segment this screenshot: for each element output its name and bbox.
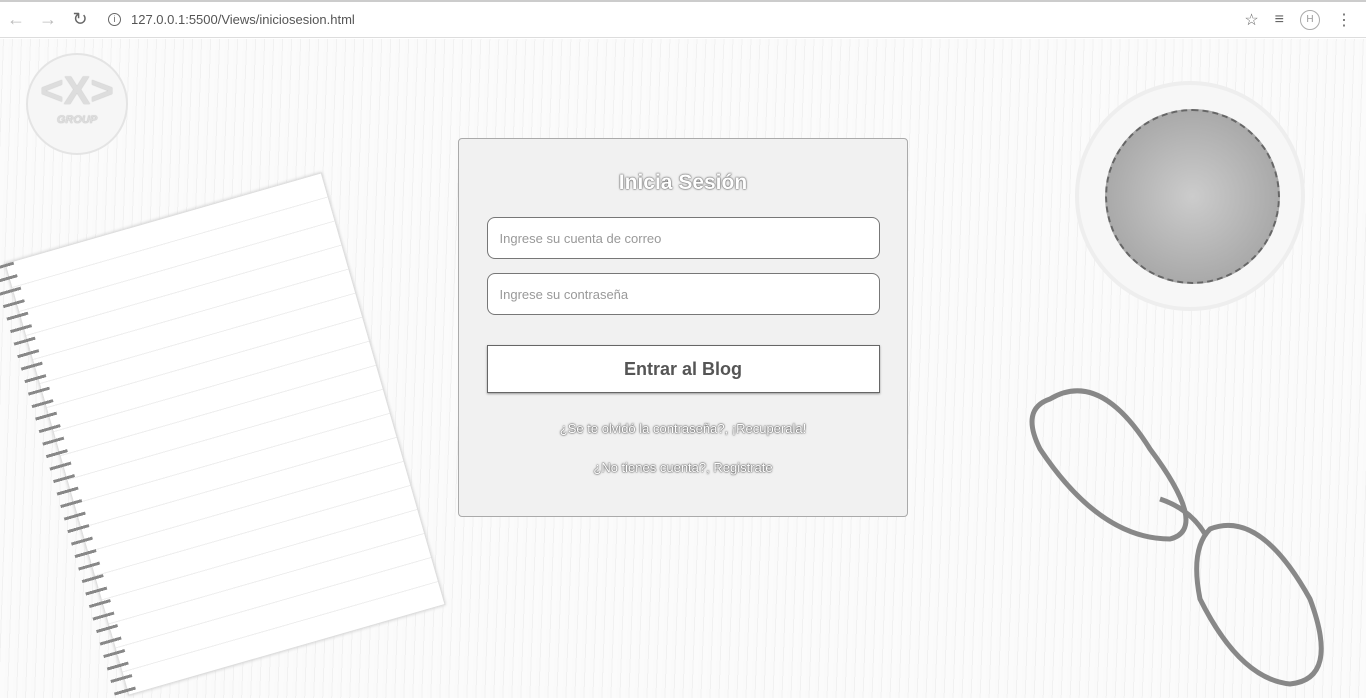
password-input[interactable] [486, 273, 880, 315]
group-logo: <X> GROUP [26, 53, 128, 155]
logo-mark: <X> [40, 69, 114, 113]
media-queue-icon[interactable]: ≡ [1275, 11, 1284, 29]
coffee-cup-image [1075, 81, 1305, 311]
address-bar[interactable]: i 127.0.0.1:5500/Views/iniciosesion.html [108, 6, 1244, 34]
menu-icon[interactable]: ⋮ [1336, 10, 1352, 30]
profile-avatar[interactable]: H [1300, 9, 1320, 30]
back-icon[interactable]: ← [0, 9, 32, 30]
url-text[interactable]: 127.0.0.1:5500/Views/iniciosesion.html [131, 12, 355, 27]
star-icon[interactable]: ☆ [1244, 10, 1258, 30]
email-input[interactable] [486, 217, 880, 259]
notebook-image [4, 172, 446, 696]
login-button[interactable]: Entrar al Blog [486, 345, 880, 393]
login-title: Inicia Sesión [618, 171, 748, 194]
reload-icon[interactable]: ↻ [64, 9, 96, 30]
glasses-image [1029, 388, 1324, 687]
page-background: <X> GROUP Inicia Sesión Entrar al Blog ¿… [0, 39, 1366, 698]
browser-toolbar: ← → ↻ i 127.0.0.1:5500/Views/iniciosesio… [0, 0, 1366, 38]
info-icon[interactable]: i [108, 13, 121, 26]
forward-icon[interactable]: → [32, 9, 64, 30]
login-card: Inicia Sesión Entrar al Blog ¿Se te olvi… [458, 138, 908, 517]
register-link[interactable]: ¿No tienes cuenta?, Registrate [459, 460, 907, 475]
forgot-password-link[interactable]: ¿Se te olvidó la contraseña?, ¡Recuperal… [459, 421, 907, 436]
logo-subtext: GROUP [56, 114, 98, 126]
